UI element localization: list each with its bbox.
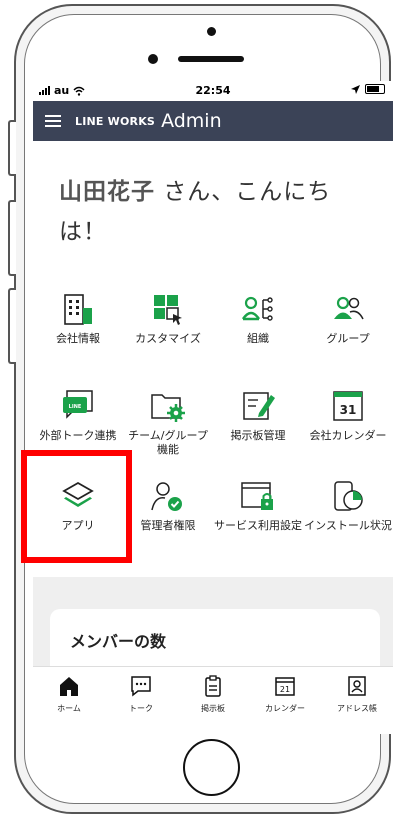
customize-icon <box>154 295 182 325</box>
tile-service-settings[interactable]: サービス利用設定 <box>213 473 303 533</box>
tile-external-talk[interactable]: LINE 外部トーク連携 <box>33 383 123 443</box>
header-title: Admin <box>161 110 222 132</box>
tile-label: サービス利用設定 <box>214 519 302 532</box>
tile-label: 会社カレンダー <box>309 429 387 442</box>
tile-label: チーム/グループ機能 <box>128 429 208 456</box>
tile-label: 管理者権限 <box>140 519 196 532</box>
tile-install-status[interactable]: インストール状況 <box>303 473 393 533</box>
nav-label: ホーム <box>57 704 81 713</box>
location-icon <box>351 84 360 94</box>
brand-logo: LINE WORKS <box>75 114 156 128</box>
tile-label: 会社情報 <box>56 332 100 345</box>
side-button-volume-down <box>8 288 16 364</box>
home-icon <box>60 677 78 696</box>
tile-company-calendar[interactable]: 31 会社カレンダー <box>303 383 393 443</box>
card-title: メンバーの数 <box>70 632 167 651</box>
organization-icon <box>241 296 273 321</box>
tile-label: 掲示板管理 <box>230 429 286 442</box>
nav-talk[interactable]: トーク <box>105 673 177 714</box>
status-time: 22:54 <box>195 84 231 97</box>
nav-label: アドレス帳 <box>337 704 377 713</box>
screen: au 22:54 LINE WORKS Admin 山田花子 さん、こんにちは！… <box>33 81 393 734</box>
tile-label: カスタマイズ <box>135 332 201 345</box>
nav-board[interactable]: 掲示板 <box>177 673 249 714</box>
tile-team-group[interactable]: チーム/グループ機能 <box>123 383 213 457</box>
admin-check-icon <box>151 482 182 511</box>
group-icon <box>334 296 364 320</box>
speaker <box>178 56 244 62</box>
side-button-volume-up <box>8 200 16 276</box>
contacts-icon <box>348 676 366 696</box>
front-camera <box>148 54 158 64</box>
tile-customize[interactable]: カスタマイズ <box>123 286 213 346</box>
home-button[interactable] <box>183 739 240 796</box>
user-name: 山田花子 <box>59 179 155 205</box>
battery-icon <box>365 84 385 94</box>
nav-calendar-badge: 21 <box>280 685 290 694</box>
side-button-mute <box>8 120 16 176</box>
nav-home[interactable]: ホーム <box>33 673 105 714</box>
calendar-small-icon: 21 <box>275 677 295 696</box>
highlight-box <box>21 450 132 563</box>
bottom-nav: ホーム トーク 掲示板 21 カレンダー アドレス帳 <box>33 666 393 734</box>
calendar-icon: 31 <box>333 391 363 421</box>
window-lock-icon <box>241 482 273 510</box>
tile-organization[interactable]: 組織 <box>213 286 303 346</box>
nav-label: 掲示板 <box>201 704 225 713</box>
tile-admin-rights[interactable]: 管理者権限 <box>123 473 213 533</box>
svg-text:LINE: LINE <box>69 404 82 410</box>
tile-label: グループ <box>326 332 370 345</box>
tile-company-info[interactable]: 会社情報 <box>33 286 123 346</box>
device-chart-icon <box>334 481 363 511</box>
tile-label: 組織 <box>247 332 269 345</box>
camera-dot <box>207 27 216 36</box>
nav-label: カレンダー <box>265 704 305 713</box>
greeting: 山田花子 さん、こんにちは！ <box>59 172 369 252</box>
tile-group[interactable]: グループ <box>303 286 393 346</box>
app-header: LINE WORKS Admin <box>33 101 393 141</box>
menu-icon[interactable] <box>45 115 61 127</box>
tile-label: インストール状況 <box>304 519 392 532</box>
board-edit-icon <box>243 392 275 420</box>
tile-label: 外部トーク連携 <box>39 429 117 442</box>
calendar-badge: 31 <box>340 403 357 417</box>
tile-board-management[interactable]: 掲示板管理 <box>213 383 303 443</box>
nav-calendar[interactable]: 21 カレンダー <box>249 673 321 714</box>
clipboard-icon <box>205 675 221 697</box>
building-icon <box>64 294 92 325</box>
folder-gear-icon <box>151 394 185 422</box>
line-chat-icon: LINE <box>63 390 93 419</box>
nav-label: トーク <box>129 704 153 713</box>
status-bar: au 22:54 <box>33 81 393 101</box>
nav-contacts[interactable]: アドレス帳 <box>321 673 393 714</box>
status-right <box>351 84 385 94</box>
chat-icon <box>131 676 151 697</box>
